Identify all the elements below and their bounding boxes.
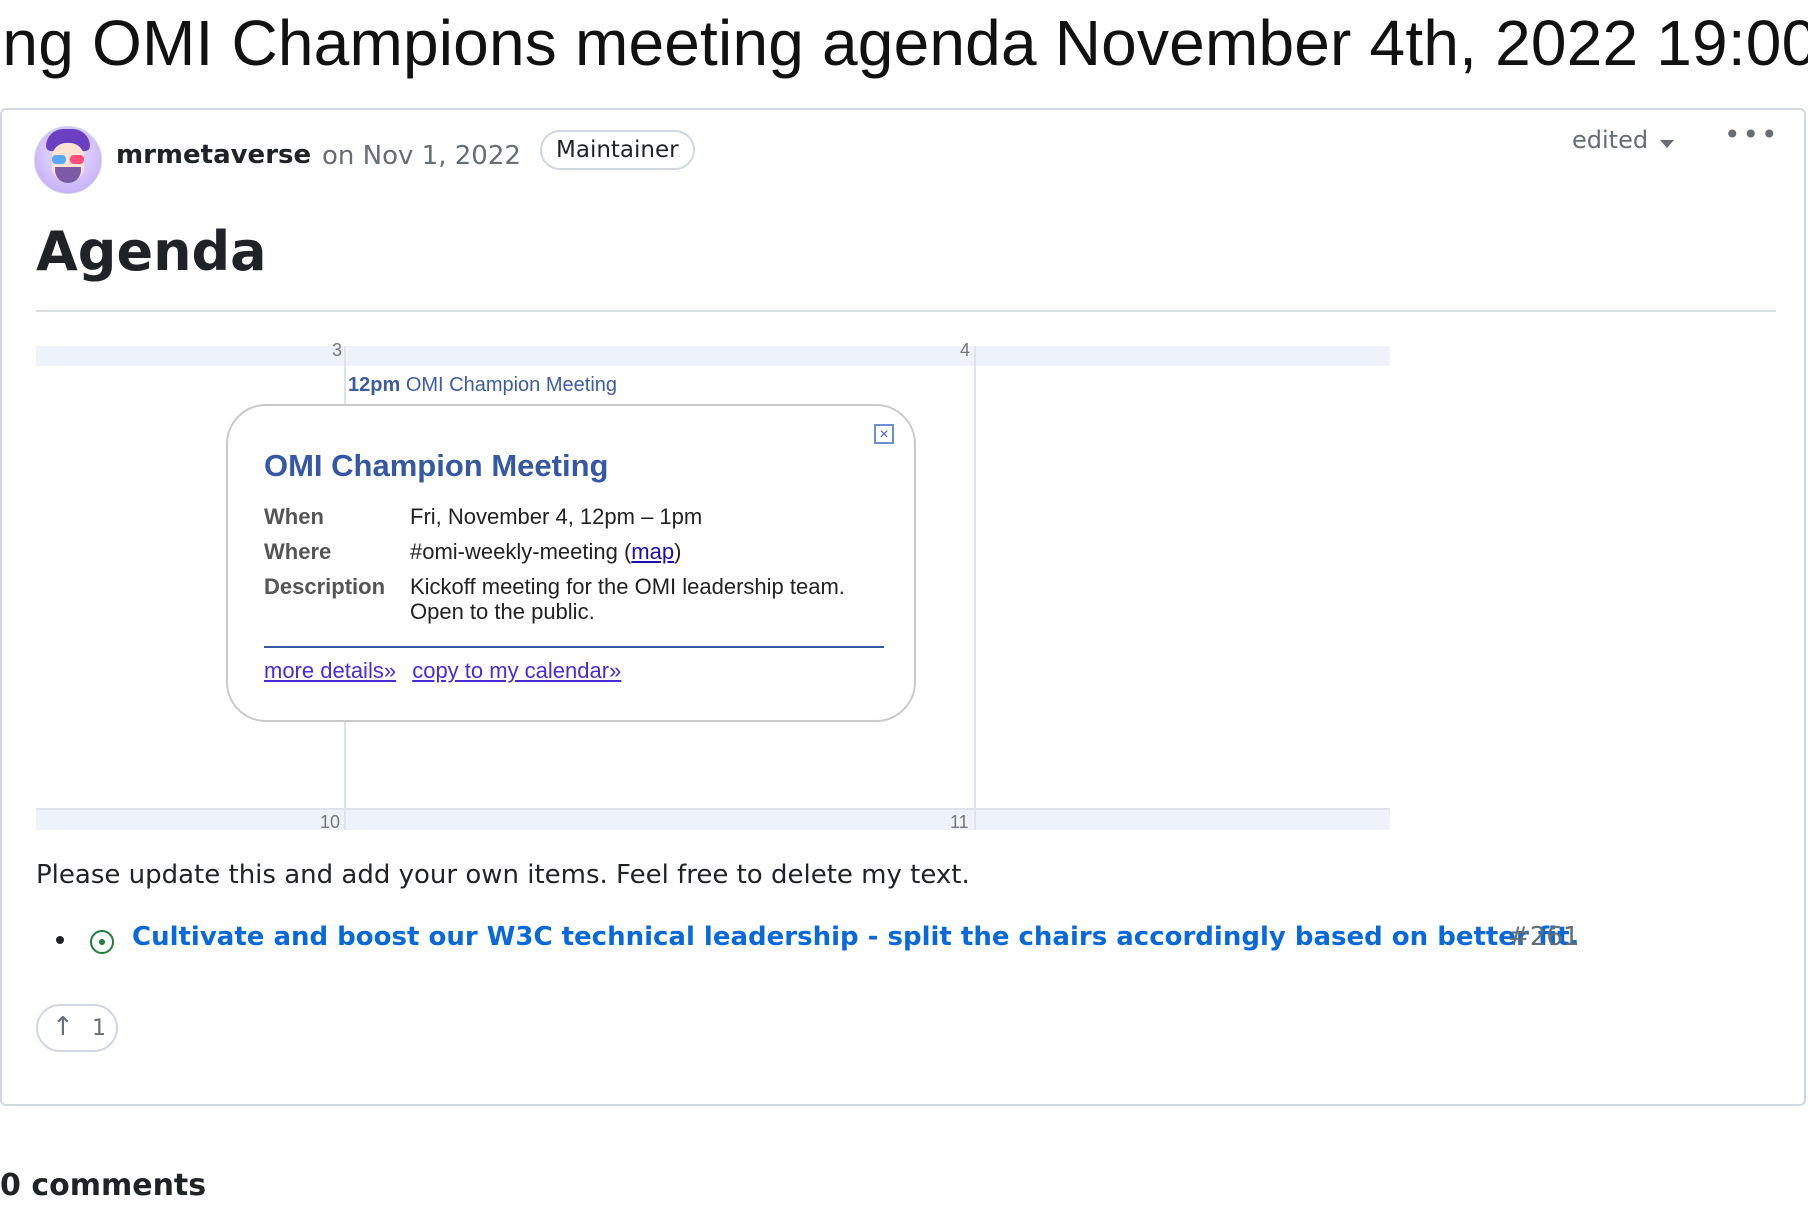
post-header: mrmetaverse on Nov 1, 2022 Maintainer ed…	[34, 118, 1780, 196]
calendar-event[interactable]: 12pm OMI Champion Meeting	[348, 374, 617, 397]
edited-dropdown[interactable]: edited	[1572, 126, 1648, 154]
upvote-count: 1	[92, 1016, 106, 1041]
event-name: OMI Champion Meeting	[405, 374, 618, 396]
avatar-glass-right	[70, 155, 84, 164]
calendar-day-number: 11	[950, 812, 969, 832]
maintainer-badge: Maintainer	[540, 130, 695, 170]
map-link[interactable]: map	[631, 539, 674, 564]
author-link[interactable]: mrmetaverse	[116, 140, 311, 170]
where-value-wrap: #omi-weekly-meeting (map)	[410, 539, 890, 564]
discussion-card: mrmetaverse on Nov 1, 2022 Maintainer ed…	[0, 108, 1806, 1106]
where-label: Where	[264, 539, 332, 564]
post-date[interactable]: on Nov 1, 2022	[322, 141, 521, 171]
avatar-beard	[55, 167, 81, 183]
popup-title: OMI Champion Meeting	[264, 448, 609, 483]
description-label: Description	[264, 574, 386, 599]
when-label: When	[264, 504, 324, 529]
comments-count: 0 comments	[0, 1168, 207, 1203]
popup-divider	[264, 646, 884, 648]
bullet-dot	[56, 936, 64, 944]
where-value: #omi-weekly-meeting (	[410, 539, 632, 564]
body-paragraph: Please update this and add your own item…	[36, 860, 970, 890]
copy-to-calendar-link[interactable]: copy to my calendar»	[412, 658, 621, 683]
arrow-up-icon: ↑	[52, 1012, 74, 1042]
calendar-row-divider	[36, 808, 1390, 810]
issue-link[interactable]: Cultivate and boost our W3C technical le…	[132, 922, 1579, 952]
avatar-glass-left	[52, 155, 66, 164]
calendar-day-number: 3	[332, 340, 343, 360]
calendar-day-number: 4	[960, 340, 971, 360]
where-close: )	[674, 539, 682, 564]
close-icon[interactable]: ×	[874, 424, 894, 444]
more-options-icon[interactable]: •••	[1724, 118, 1780, 151]
chevron-down-icon[interactable]	[1660, 140, 1674, 148]
more-details-link[interactable]: more details»	[264, 658, 396, 683]
calendar-image: 3 4 10 11 12pm OMI Champion Meeting × OM…	[36, 340, 1390, 832]
heading-divider	[36, 310, 1776, 312]
event-time: 12pm	[348, 374, 401, 396]
issue-open-icon	[90, 930, 114, 954]
calendar-day-number: 10	[320, 812, 341, 832]
popup-links: more details» copy to my calendar»	[264, 658, 631, 684]
avatar[interactable]	[34, 126, 102, 194]
when-value: Fri, November 4, 12pm – 1pm	[410, 504, 703, 529]
page-title: ing OMI Champions meeting agenda Novembe…	[0, 7, 1808, 79]
event-popup: × OMI Champion Meeting When Fri, Novembe…	[226, 404, 916, 722]
calendar-col-divider	[974, 346, 976, 830]
calendar-week-band-top	[36, 346, 1390, 366]
agenda-heading: Agenda	[36, 220, 267, 283]
issue-number[interactable]: #261	[1508, 922, 1579, 952]
description-value: Kickoff meeting for the OMI leadership t…	[410, 574, 845, 624]
calendar-week-band-bottom	[36, 810, 1390, 830]
upvote-button[interactable]: ↑ 1	[36, 1004, 118, 1052]
